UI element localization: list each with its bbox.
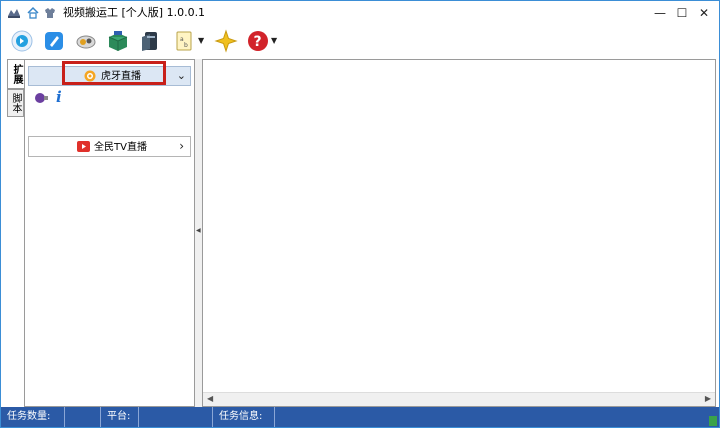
plugin-icon[interactable] [34,92,48,104]
video-icon [77,141,90,152]
platform-label: 平台: [101,407,139,427]
title-bar: 视频搬运工 [个人版] 1.0.0.1 — ☐ ✕ [1,1,719,25]
chevron-down-icon[interactable]: ▼ [198,36,204,45]
svg-text:b: b [184,42,188,49]
keyboard-icon[interactable]: ab [171,28,197,54]
huya-icon [84,70,96,82]
horizontal-scrollbar[interactable]: ◀ ▶ [203,392,715,406]
chevron-right-icon[interactable]: › [179,139,184,153]
app-icon[interactable] [7,6,21,20]
app-window: 视频搬运工 [个人版] 1.0.0.1 — ☐ ✕ ab ▼ ? ▼ 扩展 脚本… [0,0,720,428]
svg-text:?: ? [254,34,262,50]
refresh-icon[interactable] [9,28,35,54]
task-count-label: 任务数量: [1,407,65,427]
close-button[interactable]: ✕ [687,1,720,25]
content-panel: ◀ ▶ [202,59,716,407]
task-count-value [65,407,101,427]
pen-icon[interactable] [41,28,67,54]
status-bar: 任务数量: 平台: 任务信息: [1,407,719,427]
category-label: 全民TV直播 [94,142,147,153]
info-icon[interactable]: i [56,88,62,106]
task-info-label: 任务信息: [213,407,275,427]
camera-icon[interactable] [73,28,99,54]
panel-splitter[interactable]: ◀ [195,59,202,407]
scroll-left-icon[interactable]: ◀ [207,394,213,403]
collapse-arrow-icon[interactable]: ◀ [196,227,201,234]
scroll-right-icon[interactable]: ▶ [705,394,711,403]
toolbar: ab ▼ ? ▼ [1,25,719,57]
category-huya[interactable]: 虎牙直播 ⌄ [28,66,191,86]
help-icon[interactable]: ? [245,28,271,54]
tab-script[interactable]: 脚本 [7,89,24,117]
skin-icon[interactable] [43,6,57,20]
file-icon[interactable] [137,28,163,54]
box-icon[interactable] [105,28,131,54]
platform-value [139,407,213,427]
window-title: 视频搬运工 [个人版] 1.0.0.1 [63,6,206,19]
chevron-down-icon[interactable]: ⌄ [177,69,186,82]
tab-extend[interactable]: 扩展 [7,59,24,89]
plugin-panel: 虎牙直播 ⌄ i 全民TV直播 › [24,59,195,407]
category-label: 虎牙直播 [101,71,141,82]
home-icon[interactable] [26,6,40,20]
category-quanmin-tv[interactable]: 全民TV直播 › [28,136,191,157]
chevron-down-icon[interactable]: ▼ [271,36,277,45]
resize-grip[interactable] [709,416,717,426]
star-icon[interactable] [213,28,239,54]
